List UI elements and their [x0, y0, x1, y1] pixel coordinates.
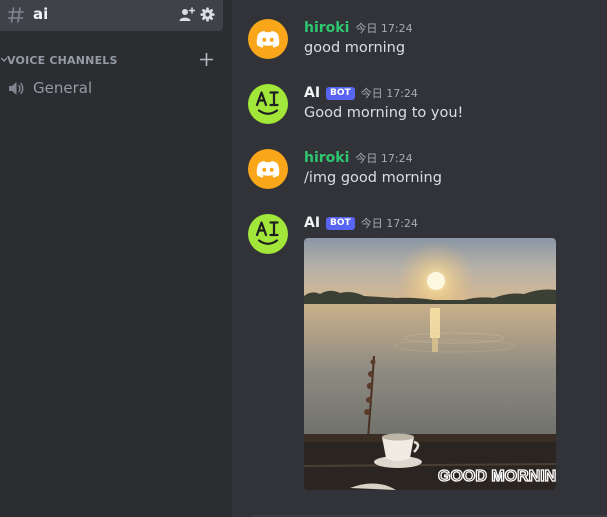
- message-header: AI BOT 今日 17:24: [304, 214, 418, 232]
- bot-badge: BOT: [326, 216, 355, 230]
- avatar[interactable]: [248, 84, 288, 124]
- sunrise-lake-image: GOOD MORNING: [304, 238, 556, 490]
- username[interactable]: hiroki: [304, 150, 349, 166]
- timestamp: 今日 17:24: [360, 217, 418, 230]
- channel-name: ai: [33, 5, 49, 23]
- bot-badge: BOT: [326, 86, 355, 100]
- message-header: hiroki 今日 17:24: [304, 19, 413, 37]
- voice-channels-category[interactable]: VOICE CHANNELS: [0, 50, 223, 70]
- username[interactable]: AI: [304, 85, 320, 101]
- message: hiroki 今日 17:24 good morning: [232, 19, 607, 61]
- discord-logo-icon: [256, 31, 280, 48]
- message-text: /img good morning: [304, 170, 442, 186]
- message-text: Good morning to you!: [304, 105, 464, 121]
- speaker-icon: [9, 82, 24, 95]
- voice-channel-label: General: [33, 79, 93, 97]
- message-header: hiroki 今日 17:24: [304, 149, 413, 167]
- timestamp: 今日 17:24: [355, 152, 413, 165]
- channel-sidebar: ai VOICE CHANNELS General: [0, 0, 232, 517]
- ai-smiley-icon: [255, 221, 279, 245]
- channel-item-ai[interactable]: ai: [0, 0, 223, 31]
- gear-icon[interactable]: [200, 7, 215, 22]
- message-divider: [252, 515, 607, 517]
- message-header: AI BOT 今日 17:24: [304, 84, 418, 102]
- message: AI BOT 今日 17:24 Good morning to you!: [232, 84, 607, 126]
- image-attachment[interactable]: GOOD MORNING: [304, 238, 556, 490]
- message: AI BOT 今日 17:24 GOOD MORNING: [232, 214, 607, 490]
- voice-channel-general[interactable]: General: [0, 77, 223, 101]
- username[interactable]: hiroki: [304, 20, 349, 36]
- timestamp: 今日 17:24: [355, 22, 413, 35]
- avatar[interactable]: [248, 149, 288, 189]
- message: hiroki 今日 17:24 /img good morning: [232, 149, 607, 191]
- discord-window: ai VOICE CHANNELS General hiroki 今日 17:2…: [0, 0, 607, 517]
- image-caption-text: GOOD MORNING: [438, 468, 556, 485]
- discord-logo-icon: [256, 161, 280, 178]
- plus-icon[interactable]: [200, 53, 213, 66]
- username[interactable]: AI: [304, 215, 320, 231]
- ai-smiley-icon: [255, 91, 279, 115]
- timestamp: 今日 17:24: [360, 87, 418, 100]
- message-list: hiroki 今日 17:24 good morning AI BOT 今日 1…: [232, 0, 607, 517]
- category-label: VOICE CHANNELS: [7, 54, 118, 67]
- message-text: good morning: [304, 40, 406, 56]
- avatar[interactable]: [248, 19, 288, 59]
- hash-icon: [7, 7, 24, 23]
- invite-icon[interactable]: [179, 7, 195, 23]
- avatar[interactable]: [248, 214, 288, 254]
